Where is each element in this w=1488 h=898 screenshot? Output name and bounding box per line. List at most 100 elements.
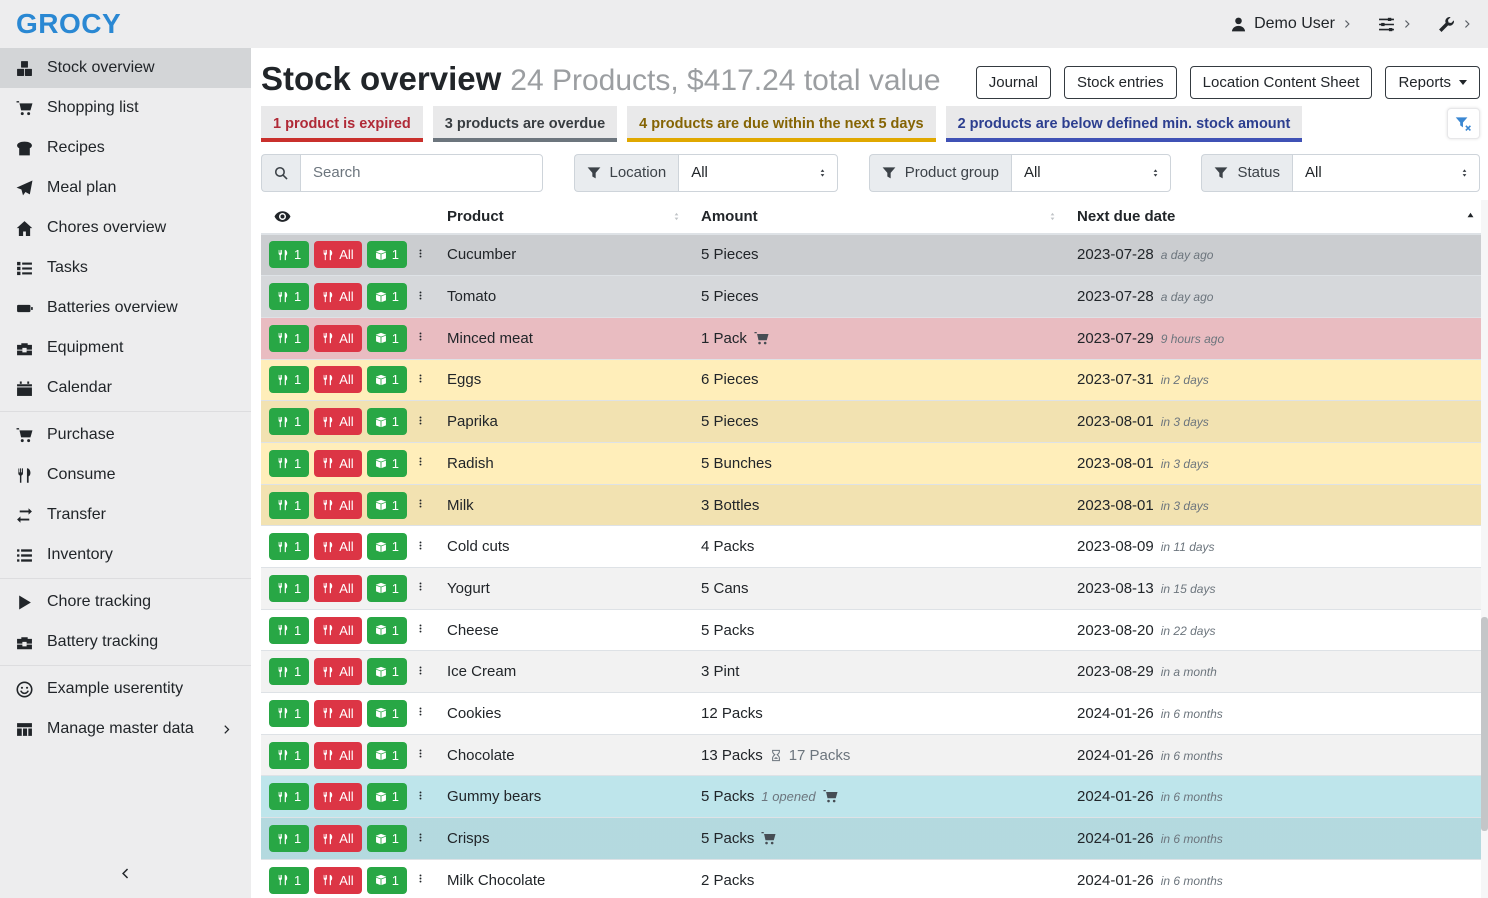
consume-all-button[interactable]: All — [314, 575, 361, 602]
sidebar-item-transfer[interactable]: Transfer — [0, 495, 251, 535]
consume-one-button[interactable]: 1 — [269, 408, 309, 435]
open-one-button[interactable]: 1 — [367, 867, 407, 894]
journal-button[interactable]: Journal — [976, 66, 1051, 99]
row-menu-button[interactable] — [412, 827, 429, 851]
clear-filters-button[interactable] — [1447, 108, 1480, 139]
product-group-select[interactable]: All — [1011, 154, 1171, 192]
sidebar-item-consume[interactable]: Consume — [0, 455, 251, 495]
consume-all-button[interactable]: All — [314, 533, 361, 560]
open-one-button[interactable]: 1 — [367, 241, 407, 268]
open-one-button[interactable]: 1 — [367, 617, 407, 644]
open-one-button[interactable]: 1 — [367, 575, 407, 602]
consume-all-button[interactable]: All — [314, 700, 361, 727]
consume-one-button[interactable]: 1 — [269, 742, 309, 769]
sidebar-item-inventory[interactable]: Inventory — [0, 535, 251, 575]
consume-one-button[interactable]: 1 — [269, 325, 309, 352]
consume-one-button[interactable]: 1 — [269, 366, 309, 393]
due-date-column-header[interactable]: Next due date — [1077, 201, 1481, 233]
consume-all-button[interactable]: All — [314, 450, 361, 477]
reports-dropdown-button[interactable]: Reports — [1385, 66, 1480, 99]
row-menu-button[interactable] — [412, 535, 429, 559]
sidebar-item-equipment[interactable]: Equipment — [0, 328, 251, 368]
banner-below-min[interactable]: 2 products are below defined min. stock … — [946, 106, 1303, 142]
consume-one-button[interactable]: 1 — [269, 241, 309, 268]
consume-all-button[interactable]: All — [314, 366, 361, 393]
sidebar-item-manage-master-data[interactable]: Manage master data — [0, 709, 251, 749]
amount-column-header[interactable]: Amount — [701, 201, 1077, 233]
admin-menu[interactable] — [1438, 16, 1472, 33]
location-select[interactable]: All — [678, 154, 838, 192]
consume-all-button[interactable]: All — [314, 867, 361, 894]
row-menu-button[interactable] — [412, 618, 429, 642]
consume-one-button[interactable]: 1 — [269, 783, 309, 810]
consume-all-button[interactable]: All — [314, 408, 361, 435]
consume-all-button[interactable]: All — [314, 783, 361, 810]
open-one-button[interactable]: 1 — [367, 408, 407, 435]
open-one-button[interactable]: 1 — [367, 325, 407, 352]
sidebar-item-purchase[interactable]: Purchase — [0, 415, 251, 455]
row-menu-button[interactable] — [412, 285, 429, 309]
user-menu[interactable]: Demo User — [1230, 15, 1352, 33]
row-menu-button[interactable] — [412, 326, 429, 350]
consume-all-button[interactable]: All — [314, 283, 361, 310]
sidebar-item-stock-overview[interactable]: Stock overview — [0, 48, 251, 88]
open-one-button[interactable]: 1 — [367, 700, 407, 727]
banner-expired[interactable]: 1 product is expired — [261, 106, 423, 142]
consume-one-button[interactable]: 1 — [269, 617, 309, 644]
consume-one-button[interactable]: 1 — [269, 283, 309, 310]
open-one-button[interactable]: 1 — [367, 283, 407, 310]
sidebar-item-recipes[interactable]: Recipes — [0, 128, 251, 168]
sidebar-item-chore-tracking[interactable]: Chore tracking — [0, 582, 251, 622]
row-menu-button[interactable] — [412, 368, 429, 392]
open-one-button[interactable]: 1 — [367, 658, 407, 685]
consume-one-button[interactable]: 1 — [269, 867, 309, 894]
consume-all-button[interactable]: All — [314, 492, 361, 519]
status-select[interactable]: All — [1292, 154, 1480, 192]
row-menu-button[interactable] — [412, 701, 429, 725]
row-menu-button[interactable] — [412, 493, 429, 517]
sidebar-item-meal-plan[interactable]: Meal plan — [0, 168, 251, 208]
sidebar-item-shopping-list[interactable]: Shopping list — [0, 88, 251, 128]
banner-due-soon[interactable]: 4 products are due within the next 5 day… — [627, 106, 935, 142]
sidebar-item-tasks[interactable]: Tasks — [0, 248, 251, 288]
row-menu-button[interactable] — [412, 243, 429, 267]
consume-all-button[interactable]: All — [314, 742, 361, 769]
consume-one-button[interactable]: 1 — [269, 575, 309, 602]
consume-one-button[interactable]: 1 — [269, 533, 309, 560]
consume-all-button[interactable]: All — [314, 617, 361, 644]
row-menu-button[interactable] — [412, 660, 429, 684]
sidebar-collapse-button[interactable] — [0, 854, 251, 892]
open-one-button[interactable]: 1 — [367, 533, 407, 560]
product-column-header[interactable]: Product — [447, 201, 701, 233]
row-menu-button[interactable] — [412, 576, 429, 600]
banner-overdue[interactable]: 3 products are overdue — [433, 106, 617, 142]
search-input[interactable] — [300, 154, 543, 192]
row-menu-button[interactable] — [412, 451, 429, 475]
open-one-button[interactable]: 1 — [367, 492, 407, 519]
consume-all-button[interactable]: All — [314, 241, 361, 268]
sidebar-item-chores-overview[interactable]: Chores overview — [0, 208, 251, 248]
consume-all-button[interactable]: All — [314, 325, 361, 352]
open-one-button[interactable]: 1 — [367, 450, 407, 477]
sidebar-item-battery-tracking[interactable]: Battery tracking — [0, 622, 251, 662]
consume-one-button[interactable]: 1 — [269, 700, 309, 727]
consume-one-button[interactable]: 1 — [269, 492, 309, 519]
open-one-button[interactable]: 1 — [367, 742, 407, 769]
row-menu-button[interactable] — [412, 410, 429, 434]
row-menu-button[interactable] — [412, 868, 429, 892]
consume-all-button[interactable]: All — [314, 825, 361, 852]
open-one-button[interactable]: 1 — [367, 366, 407, 393]
open-one-button[interactable]: 1 — [367, 825, 407, 852]
consume-all-button[interactable]: All — [314, 658, 361, 685]
settings-menu[interactable] — [1378, 16, 1412, 33]
consume-one-button[interactable]: 1 — [269, 658, 309, 685]
stock-entries-button[interactable]: Stock entries — [1064, 66, 1177, 99]
scrollbar-thumb[interactable] — [1481, 617, 1488, 831]
sidebar-item-example-userentity[interactable]: Example userentity — [0, 669, 251, 709]
sidebar-item-batteries-overview[interactable]: Batteries overview — [0, 288, 251, 328]
row-menu-button[interactable] — [412, 785, 429, 809]
consume-one-button[interactable]: 1 — [269, 825, 309, 852]
toggle-columns-header[interactable] — [261, 201, 447, 233]
location-content-sheet-button[interactable]: Location Content Sheet — [1190, 66, 1373, 99]
open-one-button[interactable]: 1 — [367, 783, 407, 810]
